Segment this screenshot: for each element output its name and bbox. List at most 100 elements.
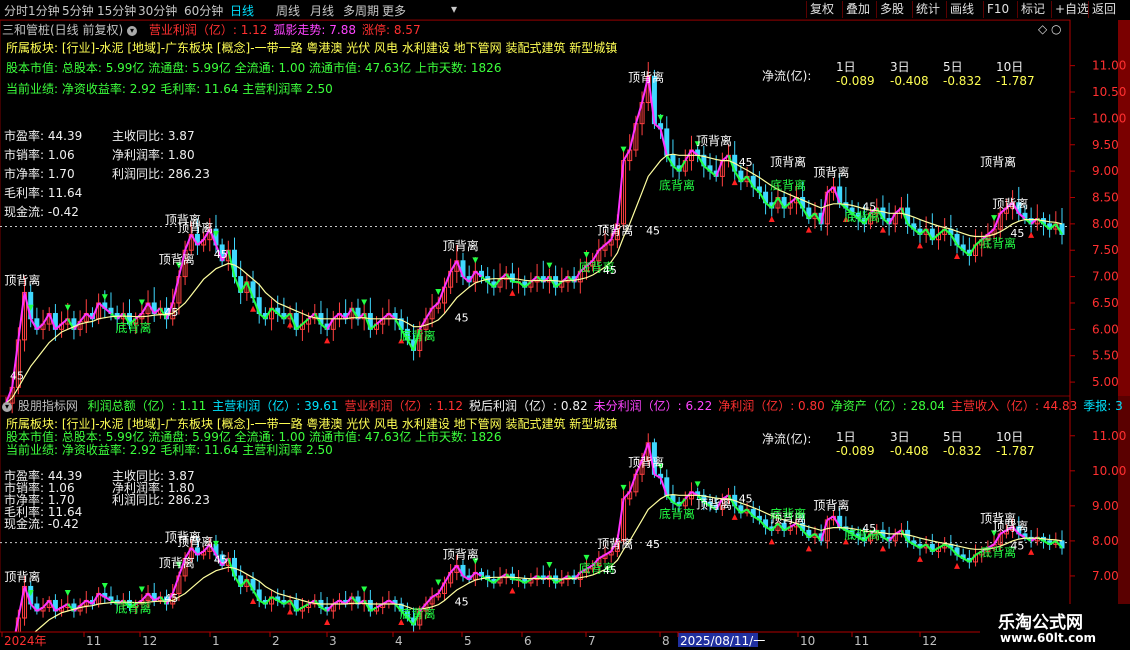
y-tick-label: 11.00 (1092, 429, 1126, 443)
y-tick-label: 6.50 (1092, 296, 1119, 310)
divergence-label: 顶背离 (980, 154, 1016, 169)
trend-segment (598, 554, 606, 560)
down-arrow-icon (361, 299, 368, 306)
trend-segment (449, 564, 458, 574)
indicator-4: 未分利润（亿）: 6.22 (593, 399, 713, 413)
dropdown-circle-icon[interactable]: ▾ (127, 25, 138, 36)
upper-panel-title: 三和管桩(日线 前复权) ▾ 营业利润（亿）: 1.12 孤影走势: 7.88 涨停… (2, 21, 421, 38)
x-tick-label: 6 (524, 634, 532, 648)
up-arrow-icon (731, 513, 738, 520)
trend-segment (42, 313, 51, 325)
dropdown-circle-icon[interactable]: ▾ (2, 401, 12, 412)
netflow-col-header: 3日 (890, 430, 910, 444)
x-tick-label: 2025/08/11/一 (680, 634, 765, 648)
y-tick-label: 6.00 (1092, 322, 1119, 336)
level-label: 45 (862, 522, 876, 535)
divergence-label: 底背离 (116, 601, 152, 616)
netflow-value: -0.832 (943, 74, 982, 88)
up-arrow-icon (250, 305, 257, 312)
x-tick-label: 11 (86, 634, 101, 648)
down-arrow-icon (583, 554, 590, 561)
divergence-label: 顶背离 (696, 496, 732, 511)
ratio-item: 净利润率: 1.80 (112, 148, 195, 162)
indicator-2: 营业利润（亿）: 1.12 (344, 399, 464, 413)
x-tick-label: 10 (800, 634, 815, 648)
netflow-value: -1.787 (996, 74, 1035, 88)
ratio-item: 现金流: -0.42 (4, 517, 79, 531)
divergence-label: 底背离 (659, 506, 695, 521)
trend-segment (301, 603, 310, 609)
trend-segment (431, 302, 439, 310)
y-tick-label: 7.00 (1092, 569, 1119, 583)
up-arrow-icon (916, 242, 923, 249)
trend-segment (418, 318, 427, 330)
y-tick-label: 9.00 (1092, 164, 1119, 178)
x-tick-label: 3 (329, 634, 337, 648)
down-arrow-icon (64, 304, 71, 311)
netflow-value: -0.832 (943, 444, 982, 458)
ratio-item: 利润同比: 286.23 (112, 167, 210, 181)
indicator-2: 涨停: 8.57 (362, 23, 421, 37)
down-arrow-icon (657, 114, 664, 121)
up-arrow-icon (324, 337, 331, 344)
down-arrow-icon (435, 288, 442, 295)
trend-segment (894, 207, 903, 215)
down-arrow-icon (138, 299, 145, 306)
divergence-label: 顶背离 (813, 164, 849, 179)
trend-segment (616, 498, 625, 542)
trend-segment (826, 186, 835, 193)
y-tick-label: 7.50 (1092, 243, 1119, 257)
y-tick-label: 9.00 (1092, 499, 1119, 513)
down-arrow-icon (101, 582, 108, 589)
down-arrow-icon (583, 252, 590, 259)
trend-segment (382, 312, 390, 320)
netflow-label-lower: 净流(亿): (762, 432, 812, 446)
trend-segment (431, 592, 439, 598)
x-tick-label: 11 (854, 634, 869, 648)
trend-segment (937, 228, 946, 236)
y-tick-label: 10.50 (1092, 85, 1126, 99)
panel-controls[interactable]: ◇ ○ (1038, 22, 1062, 36)
x-tick-label: 7 (588, 634, 596, 648)
indicator-7: 主营收入（亿）: 44.83 (951, 399, 1078, 413)
trend-segment (634, 102, 644, 124)
divergence-label: 顶背离 (4, 273, 40, 288)
trend-segment (42, 599, 50, 609)
ratio-item: 市净率: 1.70 (4, 167, 75, 181)
trend-segment (61, 603, 69, 609)
divergence-label: 顶背离 (443, 238, 479, 253)
divergence-label: 底背离 (116, 320, 152, 335)
netflow-col-header: 5日 (943, 60, 963, 74)
up-arrow-icon (324, 618, 331, 625)
up-arrow-icon (916, 555, 923, 562)
trend-segment (598, 244, 606, 251)
down-arrow-icon (620, 484, 627, 491)
trend-segment (622, 491, 631, 500)
trend-segment (375, 318, 384, 325)
lower-indicator-list: 利润总额（亿）: 1.11 主营利润（亿）: 39.61 营业利润（亿）: 1.12… (82, 399, 1123, 413)
level-label: 45 (10, 369, 24, 382)
divergence-label: 顶背离 (696, 133, 732, 148)
y-tick-label: 11.00 (1092, 59, 1126, 73)
ratio-item: 毛利率: 11.64 (4, 186, 83, 200)
divergence-label: 顶背离 (177, 220, 213, 235)
indicator-title: 股朋指标网 (17, 399, 78, 413)
divergence-label: 顶背离 (813, 497, 849, 512)
performance-info: 当前业绩: 净资收益率: 2.92 毛利率: 11.64 主营利润率 2.50 (6, 82, 333, 96)
up-arrow-icon (287, 321, 294, 328)
level-label: 45 (214, 554, 228, 567)
x-tick-label: 12 (142, 634, 157, 648)
upper-side-strip (1118, 20, 1130, 396)
performance-info-lower: 当前业绩: 净资收益率: 2.92 毛利率: 11.64 主营利润率 2.50 (6, 443, 333, 457)
level-label: 45 (164, 306, 178, 319)
x-tick-label: 8 (662, 634, 670, 648)
up-arrow-icon (954, 252, 961, 259)
indicator-8: 季报: 3 (1083, 399, 1123, 413)
up-arrow-icon (1028, 548, 1035, 555)
ratio-item: 主收同比: 3.87 (112, 129, 195, 143)
site-logo: 乐淘公式网 www.60lt.com (980, 604, 1130, 650)
level-label: 45 (646, 538, 660, 551)
netflow-value: -0.089 (836, 444, 875, 458)
ratio-item: 市销率: 1.06 (4, 148, 75, 162)
lower-panel-title: ▾ 股朋指标网 利润总额（亿）: 1.11 主营利润（亿）: 39.61 营业利润（… (2, 397, 1123, 414)
